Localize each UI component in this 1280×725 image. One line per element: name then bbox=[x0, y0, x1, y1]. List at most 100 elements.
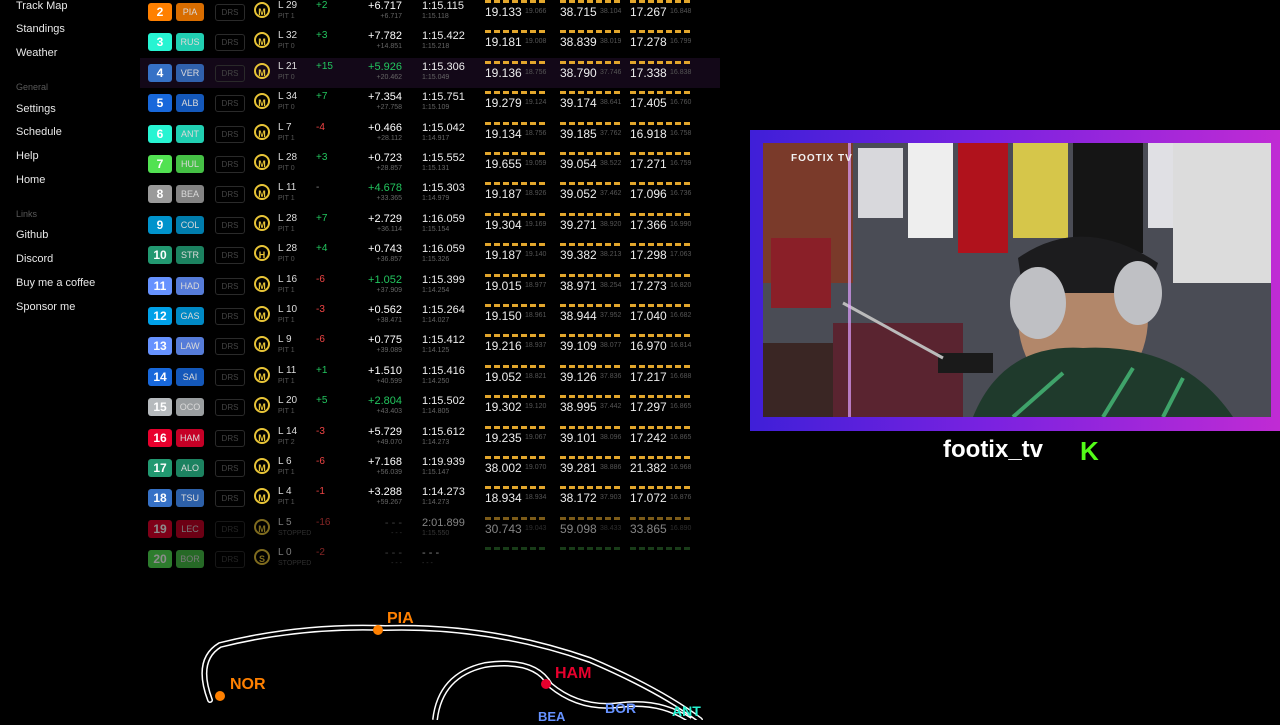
gap-to-ahead: +1.052 bbox=[368, 273, 402, 286]
driver-row[interactable]: 14 SAI DRS M L 11 PIT 1 +1 +1.510 +40.599 1:15.41… bbox=[140, 362, 720, 392]
nav-weather[interactable]: Weather bbox=[16, 47, 57, 59]
position-badge: 2 bbox=[148, 3, 172, 21]
drs-indicator: DRS bbox=[215, 551, 245, 569]
sector-1-best: 18.756 bbox=[525, 129, 547, 137]
nav-home[interactable]: Home bbox=[16, 174, 45, 186]
nav-help[interactable]: Help bbox=[16, 150, 39, 162]
sector-3-best: 16.799 bbox=[670, 38, 692, 46]
driver-row[interactable]: 15 OCO DRS M L 20 PIT 1 +5 +2.804 +43.403 1:15.50… bbox=[140, 392, 720, 422]
driver-row[interactable]: 9 COL DRS M L 28 PIT 1 +7 +2.729 +36.114 1:16.059… bbox=[140, 210, 720, 240]
driver-row[interactable]: 13 LAW DRS M L 9 PIT 1 -6 +0.775 +39.089 1:15.412… bbox=[140, 331, 720, 361]
tyre-compound-icon: S bbox=[254, 549, 270, 566]
position-badge: 7 bbox=[148, 155, 172, 173]
gap-to-ahead: +1.510 bbox=[368, 364, 402, 377]
lap-count: L 14 bbox=[278, 425, 298, 437]
positions-gained: -4 bbox=[316, 121, 325, 133]
driver-row[interactable]: 12 GAS DRS M L 10 PIT 1 -3 +0.562 +38.471 1:15.26… bbox=[140, 301, 720, 331]
sector-1-time: 19.150 bbox=[485, 309, 522, 323]
sector-bar-3 bbox=[630, 364, 692, 368]
driver-row[interactable]: 16 HAM DRS M L 14 PIT 2 -3 +5.729 +49.070 1:15.61… bbox=[140, 423, 720, 453]
position-badge: 6 bbox=[148, 124, 172, 143]
tyre-compound-icon: M bbox=[254, 214, 270, 231]
positions-gained: -6 bbox=[316, 456, 325, 467]
driver-row[interactable]: 4 VER DRS M L 21 PIT 0 +15 +5.926 +20.462 1:15.30… bbox=[140, 57, 720, 88]
sector-2-best: 38.096 bbox=[600, 433, 622, 441]
sector-2-best: 37.746 bbox=[600, 68, 622, 76]
tyre-compound-icon: M bbox=[254, 306, 270, 322]
best-lap-time: 1:14.273 bbox=[422, 499, 450, 507]
last-lap-time: 1:15.422 bbox=[422, 30, 465, 43]
position-badge: 9 bbox=[148, 215, 172, 234]
driver-row[interactable]: 7 HUL DRS M L 28 PIT 0 +3 +0.723 +28.857 1:15.552… bbox=[140, 149, 720, 179]
best-lap-time: 1:14.125 bbox=[422, 347, 450, 355]
nav-settings[interactable]: Settings bbox=[16, 103, 56, 115]
drs-indicator: DRS bbox=[215, 490, 245, 508]
gap-to-leader: +36.857 bbox=[376, 256, 403, 264]
gap-to-ahead: +0.466 bbox=[368, 121, 402, 134]
sector-2-best: 38.104 bbox=[600, 8, 622, 15]
link-github[interactable]: Github bbox=[16, 229, 48, 241]
best-lap-time: 1:15.118 bbox=[422, 13, 449, 20]
last-lap-time: 1:15.612 bbox=[422, 425, 465, 438]
position-badge: 13 bbox=[148, 337, 172, 356]
driver-row[interactable]: 11 HAD DRS M L 16 PIT 1 -6 +1.052 +37.909 1:15.39… bbox=[140, 271, 720, 301]
drs-indicator: DRS bbox=[215, 216, 245, 234]
nav-track-map[interactable]: Track Map bbox=[16, 0, 68, 12]
link-sponsor-me[interactable]: Sponsor me bbox=[16, 301, 75, 313]
track-label-bea: BEA bbox=[538, 709, 566, 724]
driver-row[interactable]: 10 STR DRS H L 28 PIT 0 +4 +0.743 +36.857 1:16.05… bbox=[140, 240, 720, 270]
last-lap-time: - - - bbox=[422, 547, 440, 560]
sector-bar-3 bbox=[630, 334, 692, 338]
gap-to-leader: - - - bbox=[391, 529, 402, 537]
driver-row[interactable]: 20 BOR DRS S L 0 STOPPED -2- - -- - -- - -- - … bbox=[140, 544, 720, 574]
nav-standings[interactable]: Standings bbox=[16, 23, 65, 35]
lap-count: L 11 bbox=[278, 182, 297, 194]
sector-1-time: 19.655 bbox=[485, 157, 522, 171]
sector-1-best: 19.059 bbox=[525, 160, 547, 167]
gap-to-ahead: +7.168 bbox=[368, 456, 402, 468]
last-lap-time: 1:15.264 bbox=[422, 304, 465, 316]
pit-count: PIT 1 bbox=[278, 408, 295, 416]
gap-to-ahead: +2.804 bbox=[368, 395, 402, 408]
positions-gained: +7 bbox=[316, 212, 328, 224]
driver-row[interactable]: 6 ANT DRS M L 7 PIT 1 -4 +0.466 +28.112 1:15.042 1… bbox=[140, 119, 720, 149]
driver-code-badge: LAW bbox=[176, 337, 204, 356]
driver-row[interactable]: 5 ALB DRS M L 34 PIT 0 +7 +7.354 +27.758 1:15.751… bbox=[140, 88, 720, 118]
sector-bar-1 bbox=[485, 0, 547, 3]
drs-indicator: DRS bbox=[215, 186, 245, 204]
best-lap-time: 1:14.979 bbox=[422, 195, 450, 203]
pit-count: STOPPED bbox=[278, 529, 312, 537]
sector-bar-1 bbox=[485, 121, 547, 125]
gap-to-leader: +28.857 bbox=[376, 165, 403, 172]
positions-gained: -2 bbox=[316, 547, 325, 559]
driver-row[interactable]: 3 RUS DRS M L 32 PIT 0 +3 +7.782 +14.851 1:15.422… bbox=[140, 27, 720, 57]
sector-3-best: 16.759 bbox=[670, 160, 692, 167]
sector-2-best: 37.903 bbox=[600, 494, 622, 502]
driver-code-badge: HAM bbox=[176, 428, 204, 447]
sector-1-time: 19.304 bbox=[485, 217, 522, 232]
positions-gained: -6 bbox=[316, 334, 325, 346]
driver-row[interactable]: 8 BEA DRS M L 11 PIT 1- +4.678 +33.365 1:15.303 1… bbox=[140, 179, 720, 209]
driver-row[interactable]: 2 PIA DRS M L 29 PIT 1 +2 +6.717 +6.717 1:15.115 1… bbox=[140, 0, 720, 27]
drs-indicator: DRS bbox=[215, 156, 245, 173]
driver-row[interactable]: 19 LEC DRS M L 5 STOPPED -16 - - -- - - 2:01.899… bbox=[140, 514, 720, 544]
drs-indicator: DRS bbox=[215, 338, 245, 356]
driver-row[interactable]: 17 ALO DRS M L 6 PIT 1 -6 +7.168 +56.039 1:19.939… bbox=[140, 453, 720, 483]
tyre-compound-icon: M bbox=[254, 275, 270, 292]
tyre-compound-icon: M bbox=[254, 366, 270, 383]
link-discord[interactable]: Discord bbox=[16, 253, 53, 265]
sector-bar-1 bbox=[485, 516, 547, 520]
sector-2-time: 39.101 bbox=[560, 430, 597, 445]
gap-to-leader: +59.267 bbox=[376, 499, 403, 507]
driver-row[interactable]: 18 TSU DRS M L 4 PIT 1 -1 +3.288 +59.267 1:14.273… bbox=[140, 483, 720, 513]
lap-count: L 5 bbox=[278, 516, 292, 528]
position-badge: 19 bbox=[148, 519, 172, 538]
drs-indicator: DRS bbox=[215, 247, 245, 265]
link-buy-me-a-coffee[interactable]: Buy me a coffee bbox=[16, 277, 95, 289]
gap-to-ahead: +7.782 bbox=[368, 30, 402, 43]
sector-2-time: 39.109 bbox=[560, 339, 597, 354]
sector-3-best: 16.890 bbox=[670, 524, 692, 532]
drs-indicator: DRS bbox=[215, 368, 245, 386]
nav-schedule[interactable]: Schedule bbox=[16, 126, 62, 138]
sector-3-best: 16.876 bbox=[670, 494, 692, 502]
